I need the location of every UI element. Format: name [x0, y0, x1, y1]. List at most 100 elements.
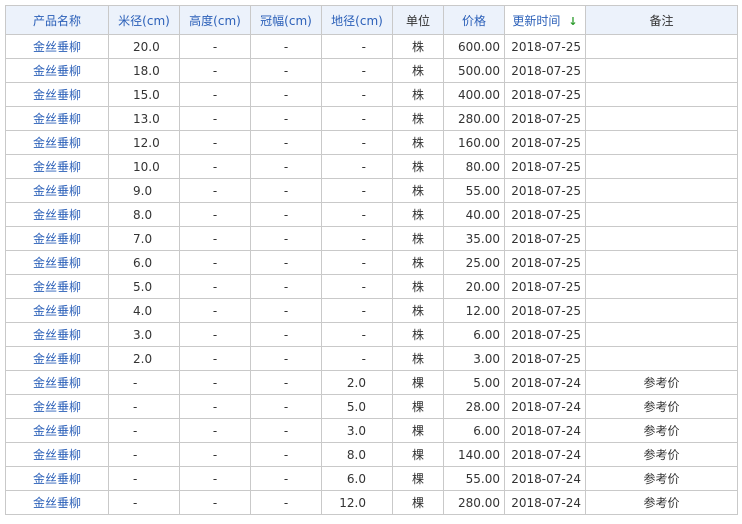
product-link[interactable]: 金丝垂柳 — [33, 64, 81, 78]
product-link[interactable]: 金丝垂柳 — [33, 424, 81, 438]
cell-updated-time: 2018-07-25 — [504, 202, 586, 227]
cell-unit: 株 — [392, 274, 444, 299]
cell-product-name[interactable]: 金丝垂柳 — [5, 58, 109, 83]
table-row: 金丝垂柳 7.0- - - 株 35.00 2018-07-25 — [5, 226, 738, 251]
cell-product-name[interactable]: 金丝垂柳 — [5, 442, 109, 467]
sort-arrow-down-icon: ↓ — [568, 14, 578, 28]
cell-note: 参考价 — [585, 418, 738, 443]
product-link[interactable]: 金丝垂柳 — [33, 256, 81, 270]
product-link[interactable]: 金丝垂柳 — [33, 280, 81, 294]
cell-product-name[interactable]: 金丝垂柳 — [5, 370, 109, 395]
cell-unit: 株 — [392, 82, 444, 107]
cell-updated-time: 2018-07-25 — [504, 34, 586, 59]
cell-unit: 棵 — [392, 418, 444, 443]
product-link[interactable]: 金丝垂柳 — [33, 184, 81, 198]
header-ground-diameter[interactable]: 地径(cm) — [321, 5, 393, 35]
cell-crown-width: - — [250, 370, 322, 395]
cell-product-name[interactable]: 金丝垂柳 — [5, 274, 109, 299]
cell-crown-width: - — [250, 490, 322, 515]
table-row: 金丝垂柳 - - -2.0 棵 5.00 2018-07-24 参考价 — [5, 370, 738, 395]
table-row: 金丝垂柳 9.0- - - 株 55.00 2018-07-25 — [5, 178, 738, 203]
price-table-container: 产品名称 米径(cm) 高度(cm) 冠幅(cm) 地径(cm) 单位 价格 更… — [5, 5, 738, 515]
cell-updated-time: 2018-07-24 — [504, 370, 586, 395]
cell-product-name[interactable]: 金丝垂柳 — [5, 106, 109, 131]
cell-product-name[interactable]: 金丝垂柳 — [5, 466, 109, 491]
cell-height: - — [179, 490, 251, 515]
product-link[interactable]: 金丝垂柳 — [33, 352, 81, 366]
cell-mi-diameter: 3.0 — [108, 322, 180, 347]
product-link[interactable]: 金丝垂柳 — [33, 208, 81, 222]
cell-crown-width: - — [250, 250, 322, 275]
header-product-name[interactable]: 产品名称 — [5, 5, 109, 35]
cell-product-name[interactable]: 金丝垂柳 — [5, 154, 109, 179]
cell-updated-time: 2018-07-25 — [504, 178, 586, 203]
header-crown-width[interactable]: 冠幅(cm) — [250, 5, 322, 35]
cell-product-name[interactable]: 金丝垂柳 — [5, 202, 109, 227]
header-height[interactable]: 高度(cm) — [179, 5, 251, 35]
cell-ground-diameter: - — [321, 130, 393, 155]
header-mi-diameter[interactable]: 米径(cm) — [108, 5, 180, 35]
cell-note — [585, 298, 738, 323]
cell-crown-width: - — [250, 322, 322, 347]
cell-crown-width: - — [250, 394, 322, 419]
cell-product-name[interactable]: 金丝垂柳 — [5, 226, 109, 251]
cell-unit: 株 — [392, 298, 444, 323]
cell-height: - — [179, 34, 251, 59]
cell-ground-diameter: 8.0 — [321, 442, 393, 467]
cell-note — [585, 82, 738, 107]
product-link[interactable]: 金丝垂柳 — [33, 160, 81, 174]
cell-ground-diameter: 12.0 — [321, 490, 393, 515]
cell-crown-width: - — [250, 202, 322, 227]
product-link[interactable]: 金丝垂柳 — [33, 448, 81, 462]
cell-mi-diameter: 18.0 — [108, 58, 180, 83]
cell-ground-diameter: - — [321, 34, 393, 59]
cell-product-name[interactable]: 金丝垂柳 — [5, 82, 109, 107]
cell-unit: 株 — [392, 346, 444, 371]
cell-ground-diameter: - — [321, 202, 393, 227]
table-row: 金丝垂柳 - - -12.0 棵 280.00 2018-07-24 参考价 — [5, 490, 738, 515]
cell-product-name[interactable]: 金丝垂柳 — [5, 34, 109, 59]
product-link[interactable]: 金丝垂柳 — [33, 472, 81, 486]
cell-mi-diameter: 10.0 — [108, 154, 180, 179]
product-link[interactable]: 金丝垂柳 — [33, 112, 81, 126]
cell-price: 20.00 — [443, 274, 505, 299]
cell-product-name[interactable]: 金丝垂柳 — [5, 178, 109, 203]
cell-product-name[interactable]: 金丝垂柳 — [5, 394, 109, 419]
cell-ground-diameter: 5.0 — [321, 394, 393, 419]
cell-height: - — [179, 298, 251, 323]
cell-crown-width: - — [250, 466, 322, 491]
product-link[interactable]: 金丝垂柳 — [33, 232, 81, 246]
cell-mi-diameter: 9.0 — [108, 178, 180, 203]
product-link[interactable]: 金丝垂柳 — [33, 304, 81, 318]
cell-product-name[interactable]: 金丝垂柳 — [5, 418, 109, 443]
cell-price: 500.00 — [443, 58, 505, 83]
table-row: 金丝垂柳 - - -5.0 棵 28.00 2018-07-24 参考价 — [5, 394, 738, 419]
cell-product-name[interactable]: 金丝垂柳 — [5, 130, 109, 155]
cell-product-name[interactable]: 金丝垂柳 — [5, 490, 109, 515]
cell-price: 35.00 — [443, 226, 505, 251]
product-link[interactable]: 金丝垂柳 — [33, 88, 81, 102]
product-link[interactable]: 金丝垂柳 — [33, 496, 81, 510]
cell-crown-width: - — [250, 58, 322, 83]
cell-mi-diameter: 15.0 — [108, 82, 180, 107]
product-link[interactable]: 金丝垂柳 — [33, 328, 81, 342]
cell-ground-diameter: - — [321, 82, 393, 107]
cell-crown-width: - — [250, 346, 322, 371]
product-link[interactable]: 金丝垂柳 — [33, 376, 81, 390]
product-link[interactable]: 金丝垂柳 — [33, 40, 81, 54]
product-link[interactable]: 金丝垂柳 — [33, 136, 81, 150]
cell-unit: 棵 — [392, 442, 444, 467]
header-updated-time[interactable]: 更新时间 ↓ — [504, 5, 586, 35]
cell-note: 参考价 — [585, 370, 738, 395]
product-link[interactable]: 金丝垂柳 — [33, 400, 81, 414]
cell-product-name[interactable]: 金丝垂柳 — [5, 250, 109, 275]
header-price[interactable]: 价格 — [443, 5, 505, 35]
cell-updated-time: 2018-07-25 — [504, 322, 586, 347]
cell-product-name[interactable]: 金丝垂柳 — [5, 298, 109, 323]
cell-note — [585, 226, 738, 251]
cell-product-name[interactable]: 金丝垂柳 — [5, 346, 109, 371]
cell-height: - — [179, 442, 251, 467]
cell-updated-time: 2018-07-25 — [504, 58, 586, 83]
cell-product-name[interactable]: 金丝垂柳 — [5, 322, 109, 347]
cell-mi-diameter: - — [108, 394, 180, 419]
